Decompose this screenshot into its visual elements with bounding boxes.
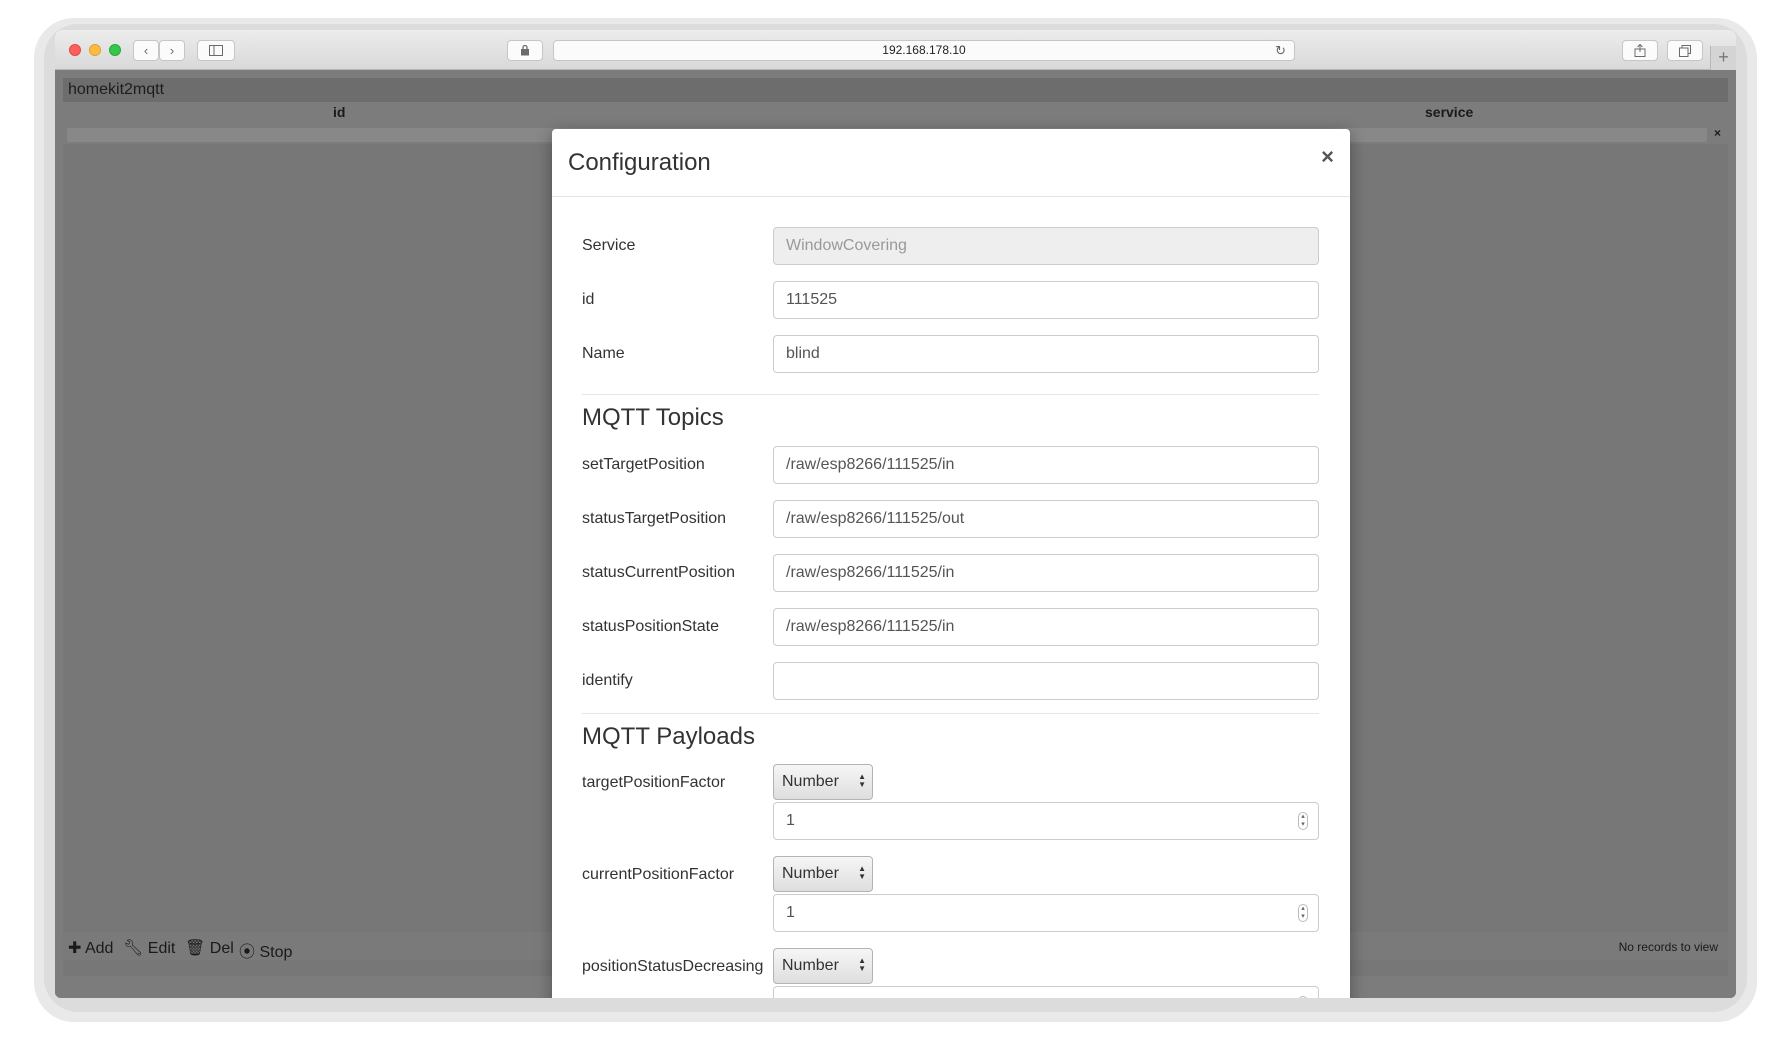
number-spinner-icon[interactable]: ▴▾: [1298, 904, 1308, 922]
updown-arrows-icon: ▲ ▼: [858, 956, 866, 973]
current-position-factor-label: currentPositionFactor: [582, 866, 735, 883]
delete-button[interactable]: 🗑︎ Del: [185, 938, 234, 958]
mqtt-topics-heading: MQTT Topics: [582, 404, 724, 431]
status-current-position-field[interactable]: [773, 554, 1319, 592]
edit-label: Edit: [147, 940, 176, 957]
target-position-factor-row: targetPositionFactor Number ▲ ▼ 1 ▴ ▾: [582, 746, 1319, 840]
status-current-position-row: statusCurrentPosition: [582, 554, 1319, 592]
name-field[interactable]: [773, 335, 1319, 373]
target-position-factor-input[interactable]: 1 ▴ ▾: [773, 802, 1319, 840]
filter-clear-icon[interactable]: ×: [1714, 126, 1721, 140]
id-row: id: [582, 281, 1319, 319]
stop-icon: ⦿: [239, 944, 260, 961]
number-spinner-icon[interactable]: ▴▾: [1298, 996, 1308, 998]
configuration-modal: Configuration × Service id Name MQTT Top…: [552, 129, 1350, 998]
service-row: Service: [582, 227, 1319, 265]
edit-button[interactable]: 🔧︎ Edit: [123, 938, 175, 958]
position-status-decreasing-input[interactable]: 1 ▴▾: [773, 986, 1319, 998]
divider: [582, 394, 1319, 395]
sidebar-icon: [209, 45, 223, 56]
modal-title: Configuration: [568, 149, 711, 176]
records-status: No records to view: [1618, 940, 1718, 954]
add-label: Add: [84, 940, 114, 957]
close-icon[interactable]: ×: [1321, 146, 1334, 168]
chevron-right-icon: ›: [169, 43, 175, 58]
plus-icon: ✚: [68, 940, 85, 957]
browser-window: ‹ › 192.168.178.10 ↻ + homekit2mqtt id s…: [55, 30, 1736, 998]
select-value: Number: [782, 773, 839, 790]
position-status-decreasing-row: positionStatusDecreasing Number ▲▼ 1 ▴▾: [582, 930, 1319, 998]
sidebar-toggle-button[interactable]: [197, 40, 235, 61]
wrench-icon: 🔧︎: [123, 940, 148, 957]
back-button[interactable]: ‹: [133, 40, 159, 61]
forward-button[interactable]: ›: [159, 40, 185, 61]
status-current-position-label: statusCurrentPosition: [582, 564, 735, 581]
set-target-position-field[interactable]: [773, 446, 1319, 484]
stop-label: Stop: [259, 944, 293, 961]
current-position-factor-row: currentPositionFactor Number ▲ ▼ 1 ▴ ▾: [582, 838, 1319, 932]
chevron-left-icon: ‹: [143, 43, 149, 58]
lock-icon: [521, 44, 529, 56]
share-icon: [1634, 43, 1646, 57]
set-target-position-row: setTargetPosition: [582, 446, 1319, 484]
number-value: 1: [786, 812, 795, 829]
identify-row: identify: [582, 662, 1319, 700]
title-bar: ‹ › 192.168.178.10 ↻ +: [55, 30, 1736, 70]
tabs-overview-button[interactable]: [1667, 40, 1703, 61]
status-target-position-field[interactable]: [773, 500, 1319, 538]
position-status-decreasing-type-select[interactable]: Number ▲ ▼: [773, 948, 873, 984]
status-target-position-label: statusTargetPosition: [582, 510, 727, 527]
number-value: 1: [786, 904, 795, 921]
url-text: 192.168.178.10: [882, 43, 966, 57]
share-button[interactable]: [1622, 40, 1658, 61]
target-position-factor-type-select[interactable]: Number ▲ ▼: [773, 764, 873, 800]
modal-header: Configuration ×: [552, 129, 1350, 197]
target-position-factor-label: targetPositionFactor: [582, 774, 726, 791]
name-label: Name: [582, 345, 625, 362]
current-position-factor-input[interactable]: 1 ▴ ▾: [773, 894, 1319, 932]
updown-arrows-icon: ▲ ▼: [858, 772, 866, 789]
service-label: Service: [582, 237, 636, 254]
trash-icon: 🗑︎: [185, 940, 210, 957]
select-value: Number: [782, 957, 839, 974]
add-button[interactable]: ✚ Add: [68, 938, 113, 958]
column-header-id[interactable]: id: [333, 104, 345, 120]
reload-icon[interactable]: ↻: [1275, 41, 1286, 60]
identify-label: identify: [582, 672, 633, 689]
minimize-window-button[interactable]: [89, 44, 101, 56]
set-target-position-label: setTargetPosition: [582, 456, 705, 473]
status-position-state-field[interactable]: [773, 608, 1319, 646]
name-row: Name: [582, 335, 1319, 373]
service-field[interactable]: [773, 227, 1319, 265]
number-spinner-icon[interactable]: ▴▾: [1298, 812, 1308, 830]
zoom-window-button[interactable]: [109, 44, 121, 56]
address-bar[interactable]: 192.168.178.10 ↻: [553, 40, 1295, 61]
id-label: id: [582, 291, 595, 308]
number-value: 1: [786, 996, 795, 998]
status-target-position-row: statusTargetPosition: [582, 500, 1319, 538]
status-position-state-label: statusPositionState: [582, 618, 719, 635]
current-position-factor-type-select[interactable]: Number ▲ ▼: [773, 856, 873, 892]
app-title: homekit2mqtt: [63, 78, 1728, 102]
position-status-decreasing-label: positionStatusDecreasing: [582, 958, 764, 975]
tabs-icon: [1679, 45, 1691, 57]
updown-arrows-icon: ▲ ▼: [858, 864, 866, 881]
status-position-state-row: statusPositionState: [582, 608, 1319, 646]
id-field[interactable]: [773, 281, 1319, 319]
privacy-button[interactable]: [507, 40, 543, 61]
stop-button[interactable]: ⦿ Stop: [239, 938, 292, 962]
divider: [582, 713, 1319, 714]
select-value: Number: [782, 865, 839, 882]
new-tab-button[interactable]: +: [1710, 46, 1736, 70]
identify-field[interactable]: [773, 662, 1319, 700]
del-label: Del: [209, 940, 234, 957]
close-window-button[interactable]: [69, 44, 81, 56]
column-header-service[interactable]: service: [1425, 104, 1473, 120]
